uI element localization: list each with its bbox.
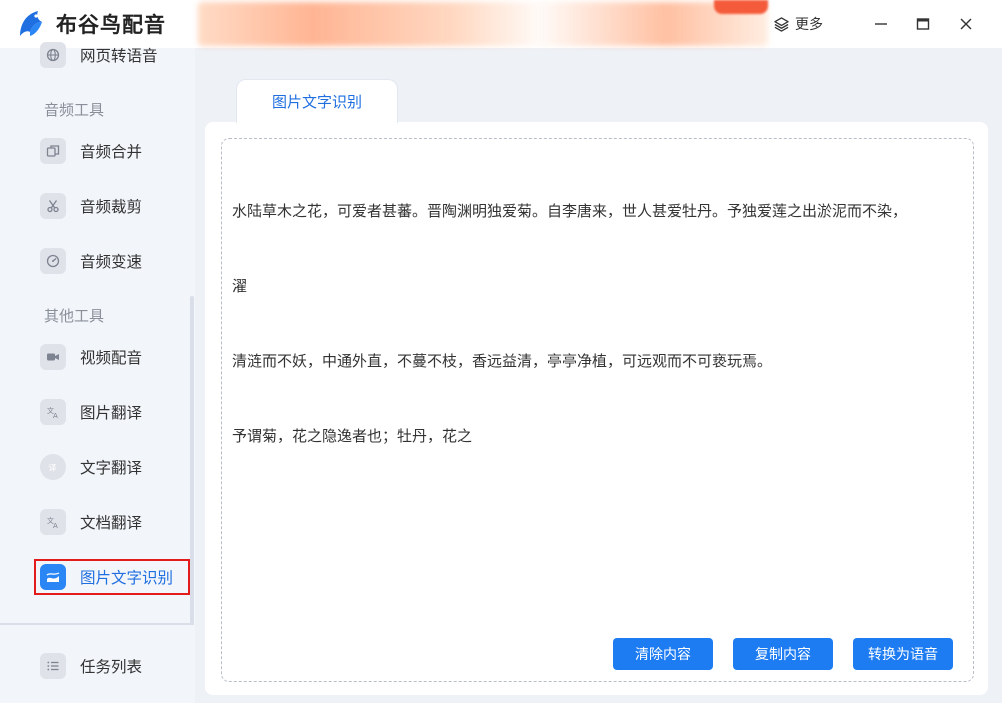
copy-content-button[interactable]: 复制内容 [733, 638, 833, 670]
sidebar-item-audio-cut[interactable]: 音频裁剪 [40, 188, 190, 224]
sidebar-item-audio-merge[interactable]: 音频合并 [40, 133, 190, 169]
section-label-other-tools: 其他工具 [44, 307, 105, 325]
video-mic-icon [40, 344, 66, 370]
ocr-text-content[interactable]: 水陆草木之花，可爱者甚蕃。晋陶渊明独爱菊。自李唐来，世人甚爱牡丹。予独爱莲之出淤… [232, 149, 967, 474]
svg-text:A: A [53, 522, 58, 529]
minimize-button[interactable] [871, 14, 891, 34]
doc-translate-icon: 文A [40, 509, 66, 535]
clear-content-button[interactable]: 清除内容 [613, 638, 713, 670]
sidebar-item-label: 网页转语音 [80, 47, 158, 65]
text-line: 水陆草木之花，可爱者甚蕃。晋陶渊明独爱菊。自李唐来，世人甚爱牡丹。予独爱莲之出淤… [232, 202, 908, 220]
more-label: 更多 [795, 17, 823, 33]
text-translate-icon: 译 [40, 454, 66, 480]
sidebar-item-label: 音频裁剪 [80, 198, 143, 216]
text-line: 予谓菊，花之隐逸者也；牡丹，花之 [232, 427, 473, 445]
sidebar-item-image-translate[interactable]: 文A 图片翻译 [40, 394, 190, 430]
sidebar-item-audio-speed[interactable]: 音频变速 [40, 243, 190, 279]
section-label-audio-tools: 音频工具 [44, 101, 105, 119]
sidebar-item-label: 图片翻译 [80, 404, 143, 422]
maximize-button[interactable] [913, 14, 933, 34]
scissors-icon [40, 193, 66, 219]
maximize-icon [916, 18, 930, 30]
speed-icon [40, 248, 66, 274]
sidebar-item-web-to-speech[interactable]: 网页转语音 [40, 37, 190, 73]
text-line: 濯 [232, 277, 248, 295]
sidebar-item-label: 音频合并 [80, 143, 143, 161]
globe-icon [40, 42, 66, 68]
sidebar-item-label: 音频变速 [80, 253, 143, 271]
sidebar-item-text-translate[interactable]: 译 文字翻译 [40, 449, 190, 485]
sidebar-item-label: 任务列表 [80, 658, 143, 676]
sidebar-item-label: 文档翻译 [80, 514, 143, 532]
highlight-box [34, 559, 190, 595]
sidebar-item-video-dubbing[interactable]: 视频配音 [40, 339, 190, 375]
text-line: 清涟而不妖，中通外直，不蔓不枝，香远益清，亭亭净植，可远观而不可亵玩焉。 [232, 352, 773, 370]
convert-to-speech-button[interactable]: 转换为语音 [853, 638, 953, 670]
svg-text:A: A [53, 412, 58, 419]
bird-logo-icon [20, 11, 42, 36]
close-icon [960, 18, 972, 30]
sidebar-item-label: 文字翻译 [80, 459, 143, 477]
merge-icon [40, 138, 66, 164]
ad-banner[interactable] [198, 2, 768, 46]
image-translate-icon: 文A [40, 399, 66, 425]
sidebar-item-doc-translate[interactable]: 文A 文档翻译 [40, 504, 190, 540]
ad-banner-badge [714, 0, 768, 14]
task-list-icon [40, 653, 66, 679]
close-button[interactable] [956, 14, 976, 34]
svg-text:译: 译 [49, 464, 57, 473]
app-title: 布谷鸟配音 [56, 13, 166, 37]
sidebar-item-label: 视频配音 [80, 349, 143, 367]
minimize-icon [875, 23, 887, 25]
more-button[interactable]: 更多 [774, 13, 823, 35]
tab-image-ocr[interactable]: 图片文字识别 [236, 79, 398, 123]
layers-icon [774, 16, 789, 32]
sidebar-item-task-list[interactable]: 任务列表 [40, 648, 190, 684]
sidebar-scrollbar[interactable] [190, 296, 194, 624]
sidebar-divider [0, 623, 194, 625]
